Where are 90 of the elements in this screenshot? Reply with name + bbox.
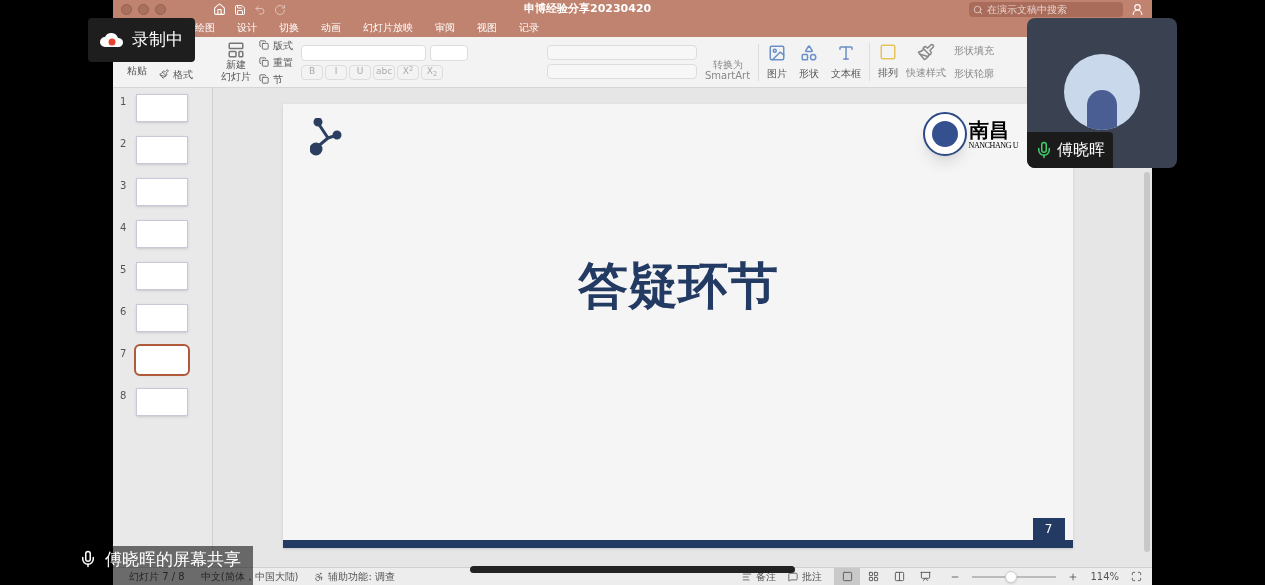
slide-number: 5 (120, 263, 126, 277)
slide-title: 答疑环节 (577, 255, 778, 317)
mic-icon (79, 550, 97, 568)
ribbon-tab[interactable]: 审阅 (435, 20, 455, 35)
view-icon (893, 571, 905, 582)
zoom-in-icon[interactable] (1068, 571, 1079, 582)
zoom-thumb[interactable] (1004, 570, 1017, 583)
list-buttons[interactable] (547, 45, 697, 60)
slide-thumbnail[interactable] (136, 346, 188, 374)
align-buttons[interactable] (547, 64, 697, 79)
insert-button[interactable]: 文本框 (831, 65, 862, 81)
slide-thumbnail[interactable] (136, 136, 188, 164)
zoom-level: 114% (1090, 570, 1119, 584)
save-icon[interactable] (234, 3, 246, 16)
search-icon (973, 4, 983, 15)
slide-number: 1 (120, 95, 126, 109)
slide-number: 7 (120, 347, 126, 361)
slide-thumbnail[interactable] (136, 388, 188, 416)
participant-name: 傅晓晖 (1057, 139, 1105, 161)
search-field[interactable]: 在演示文稿中搜索 (969, 2, 1123, 17)
logo-subtext: NANCHANG U (968, 140, 1019, 150)
ribbon-tab[interactable]: 绘图 (195, 20, 215, 35)
insert-icon[interactable] (800, 43, 819, 62)
ribbon-tab[interactable]: 动画 (321, 20, 341, 35)
fit-icon[interactable] (1131, 571, 1142, 582)
convert-smartart-button[interactable]: 转换为 SmartArt (705, 59, 751, 81)
cloud-icon (100, 32, 124, 48)
window-control-icon[interactable] (138, 4, 149, 15)
home-icon[interactable] (213, 3, 226, 16)
ribbon-tab[interactable]: 切换 (279, 20, 299, 35)
paste-button[interactable]: 粘贴 (127, 62, 147, 78)
shape-fill-button[interactable]: 形状填充 (954, 43, 995, 58)
format-button[interactable]: B (301, 64, 323, 80)
font-size-field[interactable] (430, 44, 468, 61)
slide-number: 6 (120, 305, 126, 319)
slide-thumbnail[interactable] (136, 94, 188, 122)
view-icon (841, 571, 853, 582)
format-button[interactable]: U (349, 64, 371, 80)
slide-number: 3 (120, 179, 126, 193)
scrollbar[interactable] (1144, 172, 1150, 552)
accessibility-status[interactable]: 辅助功能: 调查 (328, 569, 395, 584)
quick-styles-button[interactable]: 快速样式 (906, 65, 947, 80)
insert-icon[interactable] (768, 43, 787, 62)
notes-icon[interactable] (742, 571, 753, 582)
new-slide-button[interactable]: 新建 幻灯片 (221, 59, 251, 83)
slide-option-button[interactable]: 重置 (273, 54, 293, 70)
insert-icon[interactable] (837, 43, 856, 62)
ribbon-tab[interactable]: 视图 (477, 20, 497, 35)
new-slide-icon[interactable] (226, 41, 246, 59)
slide-number: 2 (120, 137, 126, 151)
brush-icon[interactable] (159, 69, 169, 79)
slide-number: 4 (120, 221, 126, 235)
format-button[interactable]: X$^{2}$ (397, 64, 419, 80)
arrange-icon[interactable] (879, 43, 898, 61)
insert-button[interactable]: 形状 (799, 65, 820, 81)
recording-label: 录制中 (132, 28, 183, 52)
page-number: 7 (1032, 518, 1065, 540)
comments-button[interactable]: 批注 (802, 569, 823, 584)
recording-badge[interactable]: 录制中 (88, 18, 195, 62)
window-title: 申博经验分享20230420 (524, 1, 652, 18)
ribbon-tab[interactable]: 幻灯片放映 (363, 20, 413, 35)
slide-number: 8 (120, 389, 126, 403)
slide-thumbnail[interactable] (136, 178, 188, 206)
insert-button[interactable]: 图片 (767, 65, 788, 81)
slide-option-button[interactable]: 节 (273, 71, 283, 87)
logo-text: 南昌 (968, 118, 1010, 141)
format-button[interactable]: X$_{2}$ (421, 64, 443, 80)
font-field[interactable] (301, 44, 426, 61)
window-control-icon[interactable] (155, 4, 166, 15)
arrange-button[interactable]: 排列 (878, 65, 899, 80)
slide-thumbnail[interactable] (136, 220, 188, 248)
slide-option-button[interactable]: 版式 (273, 37, 293, 53)
slide-counter: 幻灯片 7 / 8 (129, 570, 185, 584)
accessibility-icon[interactable] (314, 571, 325, 582)
ribbon-tab[interactable]: 设计 (237, 20, 257, 35)
format-painter-button[interactable]: 格式 (173, 66, 193, 82)
ribbon-tab[interactable]: 记录 (519, 20, 539, 35)
view-icon (919, 571, 931, 582)
slide-thumbnail[interactable] (136, 262, 188, 290)
participant-tile[interactable]: 傅晓晖 (1027, 18, 1177, 168)
zoom-slider[interactable] (972, 570, 1057, 583)
window-control-icon[interactable] (121, 4, 132, 15)
brush-icon[interactable] (917, 43, 936, 61)
university-emblem-icon (922, 112, 967, 156)
slide-thumbnail[interactable] (136, 304, 188, 332)
shape-outline-button[interactable]: 形状轮廓 (954, 66, 995, 81)
format-button[interactable]: abc (373, 64, 395, 80)
view-icon (867, 571, 879, 582)
view-button[interactable] (834, 568, 861, 585)
comment-icon[interactable] (788, 571, 799, 582)
